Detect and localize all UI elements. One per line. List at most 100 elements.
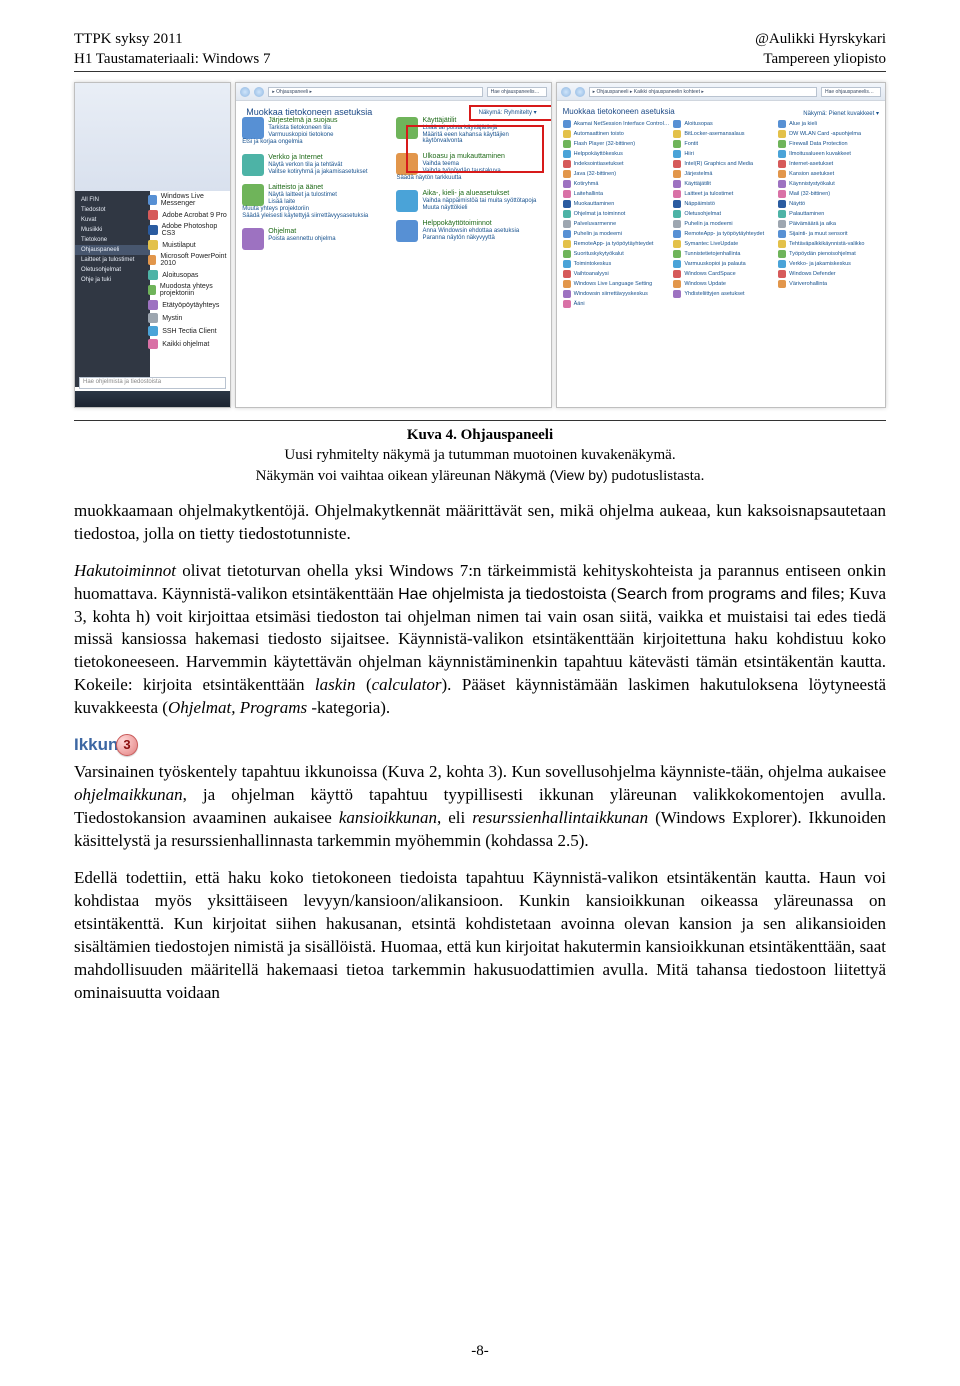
category-link[interactable]: Säädä yleisesti käytettyjä siirrettävyys… — [242, 213, 390, 219]
control-panel-item[interactable]: Päivämäärä ja aika — [778, 220, 879, 228]
control-panel-item[interactable]: Ääni — [563, 300, 670, 308]
start-side-item[interactable]: Ohje ja tuki — [75, 275, 150, 285]
control-panel-item[interactable]: Kotiryhmä — [563, 180, 670, 188]
search-input[interactable]: Hae ohjauspaneelis… — [487, 87, 547, 97]
category-link[interactable]: Muuta näyttökieli — [396, 205, 544, 211]
control-panel-item[interactable]: Hiiri — [673, 150, 774, 158]
control-panel-item[interactable]: Puhelin ja modeemi — [563, 230, 670, 238]
control-panel-category[interactable]: Järjestelmä ja suojausTarkista tietokone… — [242, 117, 390, 146]
control-panel-category[interactable]: HelppokäyttötoiminnotAnna Windowsin ehdo… — [396, 220, 544, 242]
control-panel-item[interactable]: Käyttäjätilit — [673, 180, 774, 188]
category-link[interactable]: Näytä laitteet ja tulostimet — [242, 192, 390, 198]
control-panel-item[interactable]: Puhelin ja modeemi — [673, 220, 774, 228]
control-panel-item[interactable]: BitLocker-asemansalaus — [673, 130, 774, 138]
category-link[interactable]: Vaihda työpöydän taustakuva — [396, 168, 544, 174]
start-menu-item[interactable]: Adobe Photoshop CS3 — [148, 223, 228, 237]
category-link[interactable]: Paranna näytön näkyvyyttä — [396, 235, 544, 241]
control-panel-category[interactable]: Verkko ja InternetNäytä verkon tila ja t… — [242, 154, 390, 176]
control-panel-category[interactable]: Aika-, kieli- ja alueasetuksetVaihda näp… — [396, 190, 544, 212]
start-menu-item[interactable]: Windows Live Messenger — [148, 193, 228, 207]
start-menu-item[interactable]: Kaikki ohjelmat — [148, 339, 228, 349]
search-input[interactable]: Hae ohjauspaneelis… — [821, 87, 881, 97]
start-side-item[interactable]: Ohjauspaneeli — [75, 245, 150, 255]
start-menu-item[interactable]: Muodosta yhteys projektoriin — [148, 283, 228, 297]
control-panel-item[interactable]: Windows Update — [673, 280, 774, 288]
control-panel-item[interactable]: Indeksointiasetukset — [563, 160, 670, 168]
control-panel-item[interactable]: Tunnistetietojenhallinta — [673, 250, 774, 258]
nav-back-icon[interactable] — [561, 87, 571, 97]
category-link[interactable]: Vaihda teema — [396, 161, 544, 167]
category-link[interactable]: Valitse kotiryhmä ja jakamisasetukset — [242, 169, 390, 175]
control-panel-item[interactable]: RemoteApp- ja työpöytäyhteydet — [563, 240, 670, 248]
control-panel-item[interactable]: Flash Player (32-bittinen) — [563, 140, 670, 148]
start-menu-item[interactable]: Mystin — [148, 313, 228, 323]
category-link[interactable]: Varmuuskopioi tietokone — [242, 132, 390, 138]
control-panel-item[interactable]: Varmuuskopioi ja palauta — [673, 260, 774, 268]
category-link[interactable]: Anna Windowsin ehdottaa asetuksia — [396, 228, 544, 234]
category-link[interactable]: Etsi ja korjaa ongelmia — [242, 139, 390, 145]
control-panel-item[interactable]: Toimintokeskus — [563, 260, 670, 268]
category-link[interactable]: Lisää tai poista käyttäjätilejä — [396, 125, 544, 131]
control-panel-item[interactable]: Aloitusopas — [673, 120, 774, 128]
control-panel-item[interactable]: Laitehallinta — [563, 190, 670, 198]
control-panel-item[interactable]: Windows CardSpace — [673, 270, 774, 278]
control-panel-category[interactable]: OhjelmatPoista asennettu ohjelma — [242, 228, 390, 250]
control-panel-item[interactable]: Näppäimistö — [673, 200, 774, 208]
start-menu-item[interactable]: Microsoft PowerPoint 2010 — [148, 253, 228, 267]
control-panel-item[interactable]: Verkko- ja jakamiskeskus — [778, 260, 879, 268]
start-side-item[interactable]: Laitteet ja tulostimet — [75, 255, 150, 265]
control-panel-item[interactable]: Ohjelmat ja toiminnot — [563, 210, 670, 218]
control-panel-item[interactable]: Laitteet ja tulostimet — [673, 190, 774, 198]
control-panel-item[interactable]: Muokauttaminen — [563, 200, 670, 208]
control-panel-item[interactable]: Suorituskykytyökalut — [563, 250, 670, 258]
start-side-item[interactable]: Tietokone — [75, 235, 150, 245]
control-panel-item[interactable]: Tehtäväpalkkikäynnistä-valikko — [778, 240, 879, 248]
nav-back-icon[interactable] — [240, 87, 250, 97]
category-link[interactable]: Näytä verkon tila ja tehtävät — [242, 162, 390, 168]
control-panel-item[interactable]: Järjestelmä — [673, 170, 774, 178]
start-menu-item[interactable]: Adobe Acrobat 9 Pro — [148, 210, 228, 220]
control-panel-category[interactable]: Laitteisto ja äänetNäytä laitteet ja tul… — [242, 184, 390, 220]
control-panel-item[interactable]: Sijainti- ja muut sensorit — [778, 230, 879, 238]
category-title[interactable]: Järjestelmä ja suojaus — [242, 117, 390, 124]
category-title[interactable]: Laitteisto ja äänet — [242, 184, 390, 191]
view-by-dropdown[interactable]: Näkymä: Pienet kuvakkeet ▾ — [803, 110, 879, 117]
control-panel-item[interactable]: DW WLAN Card -apuohjelma — [778, 130, 879, 138]
category-link[interactable]: Poista asennettu ohjelma — [242, 236, 390, 242]
category-title[interactable]: Käyttäjätilit — [396, 117, 544, 124]
category-link[interactable]: Muuta yhteys projektoriin — [242, 206, 390, 212]
category-title[interactable]: Helppokäyttötoiminnot — [396, 220, 544, 227]
start-menu-item[interactable]: Muistilaput — [148, 240, 228, 250]
control-panel-item[interactable]: Käynnistystyökalut — [778, 180, 879, 188]
view-by-dropdown[interactable]: Näkymä: Ryhmitelty ▾ — [475, 108, 541, 118]
start-side-item[interactable]: Tiedostot — [75, 205, 150, 215]
control-panel-item[interactable]: Väriverohallinta — [778, 280, 879, 288]
control-panel-item[interactable]: Windowsin siirrettävyyskeskus — [563, 290, 670, 298]
category-link[interactable]: Säädä näytön tarkkuutta — [396, 175, 544, 181]
start-menu-item[interactable]: SSH Tectia Client — [148, 326, 228, 336]
start-search-input[interactable]: Hae ohjelmista ja tiedostoista — [79, 377, 226, 389]
control-panel-item[interactable]: Internet-asetukset — [778, 160, 879, 168]
control-panel-item[interactable]: Automaattinen toisto — [563, 130, 670, 138]
category-title[interactable]: Ulkoasu ja mukauttaminen — [396, 153, 544, 160]
control-panel-category[interactable]: KäyttäjätilitLisää tai poista käyttäjäti… — [396, 117, 544, 145]
control-panel-item[interactable]: RemoteApp- ja työpöytäyhteydet — [673, 230, 774, 238]
category-link[interactable]: Vaihda näppäimistöä tai muita syöttötapo… — [396, 198, 544, 204]
control-panel-item[interactable]: Windows Defender — [778, 270, 879, 278]
category-title[interactable]: Aika-, kieli- ja alueasetukset — [396, 190, 544, 197]
control-panel-item[interactable]: Kansion asetukset — [778, 170, 879, 178]
control-panel-item[interactable]: Fontit — [673, 140, 774, 148]
start-side-item[interactable]: All FIN — [75, 195, 150, 205]
category-title[interactable]: Ohjelmat — [242, 228, 390, 235]
address-bar[interactable]: ▸ Ohjauspaneeli ▸ Kaikki ohjauspaneelin … — [589, 87, 817, 97]
control-panel-item[interactable]: Ilmoitusalueen kuvakkeet — [778, 150, 879, 158]
start-side-item[interactable]: Kuvat — [75, 215, 150, 225]
control-panel-item[interactable]: Firewall Data Protection — [778, 140, 879, 148]
start-side-item[interactable]: Musiikki — [75, 225, 150, 235]
control-panel-item[interactable]: Näyttö — [778, 200, 879, 208]
control-panel-item[interactable]: Vaihtoanalyysi — [563, 270, 670, 278]
category-link[interactable]: Määritä eeen kahansa käyttäjien käytönva… — [396, 132, 544, 144]
category-link[interactable]: Lisää laite — [242, 199, 390, 205]
control-panel-item[interactable]: Oletusohjelmat — [673, 210, 774, 218]
address-bar[interactable]: ▸ Ohjauspaneeli ▸ — [268, 87, 482, 97]
